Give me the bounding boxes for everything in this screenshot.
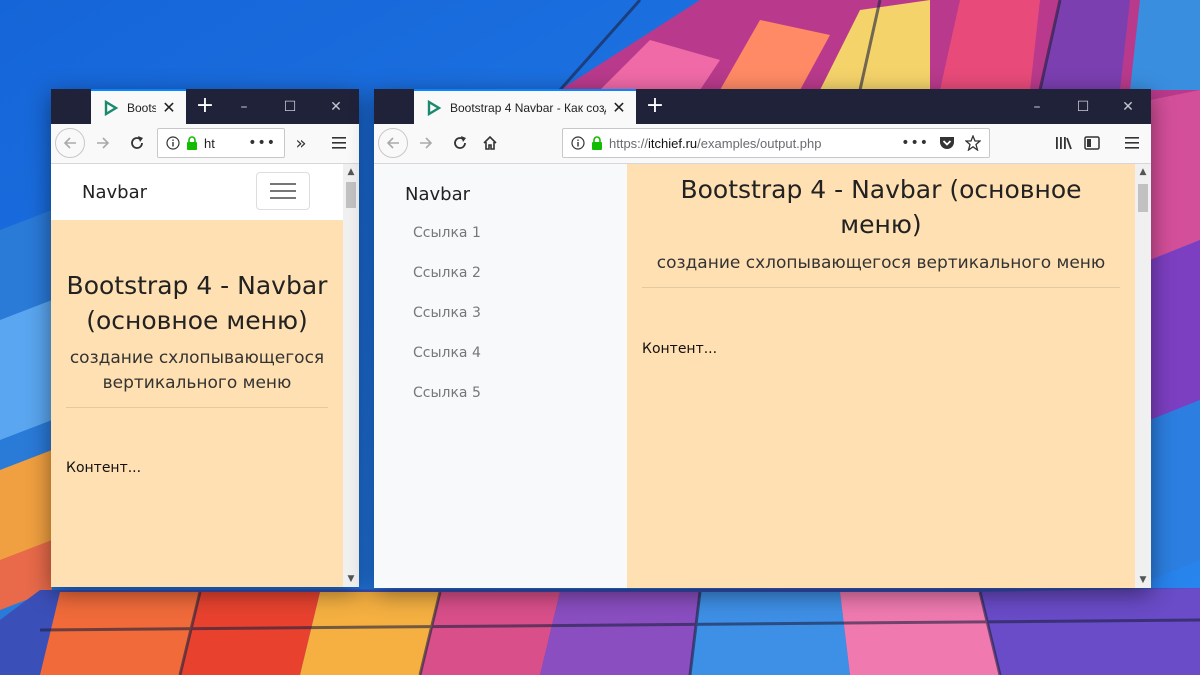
bookmark-star-icon[interactable] <box>965 135 981 151</box>
hamburger-menu-icon <box>332 137 346 149</box>
back-button[interactable] <box>55 128 85 158</box>
menu-button[interactable] <box>325 129 353 157</box>
sidebar-link-2[interactable]: Ссылка 2 <box>413 265 481 281</box>
close-window-icon[interactable]: ✕ <box>1105 89 1151 124</box>
browser-tab[interactable]: Bootstrap 4 Navbar - Как созда ✕ <box>414 89 636 124</box>
page-actions-icon[interactable]: ••• <box>248 135 276 151</box>
sidebar-link-5[interactable]: Ссылка 5 <box>413 385 481 401</box>
url-bar[interactable]: ht ••• <box>157 128 285 158</box>
tab-title: Bootst <box>127 100 156 115</box>
sidebar-link-4[interactable]: Ссылка 4 <box>413 345 481 361</box>
scroll-up-icon[interactable]: ▲ <box>343 164 359 180</box>
itchief-logo-icon <box>103 99 119 116</box>
forward-arrow-icon <box>97 137 110 149</box>
navbar-brand[interactable]: Navbar <box>405 184 470 205</box>
page-title: Bootstrap 4 - Navbar (основное меню) <box>66 271 328 335</box>
sidebar-icon <box>1084 136 1100 150</box>
browser-tab[interactable]: Bootst ✕ <box>91 89 186 124</box>
minimize-icon[interactable]: – <box>221 89 267 124</box>
library-button[interactable] <box>1050 129 1078 157</box>
nav-toolbar: https://itchief.ru/examples/output.php •… <box>374 124 1151 164</box>
info-icon[interactable] <box>571 136 585 150</box>
maximize-icon[interactable]: ☐ <box>267 89 313 124</box>
sidebar-link-3[interactable]: Ссылка 3 <box>413 305 481 321</box>
navbar-brand[interactable]: Navbar <box>82 182 147 203</box>
main-content: Bootstrap 4 - Navbar (основное меню) соз… <box>51 220 343 587</box>
lock-icon <box>186 136 198 150</box>
hamburger-menu-icon <box>1125 137 1139 149</box>
close-tab-icon[interactable]: ✕ <box>162 99 176 115</box>
sidebar-link-1[interactable]: Ссылка 1 <box>413 225 481 241</box>
url-text: ht <box>204 135 215 151</box>
tab-strip: Bootstrap 4 Navbar - Как созда ✕ + – ☐ ✕ <box>374 89 1151 124</box>
info-icon[interactable] <box>166 136 180 150</box>
hamburger-icon <box>270 183 296 199</box>
navbar-toggler-button[interactable] <box>256 172 310 210</box>
close-window-icon[interactable]: ✕ <box>313 89 359 124</box>
new-tab-icon[interactable]: + <box>644 95 666 117</box>
tab-title: Bootstrap 4 Navbar - Как созда <box>450 100 606 115</box>
forward-arrow-icon <box>420 137 433 149</box>
maximize-icon[interactable]: ☐ <box>1060 89 1106 124</box>
menu-button[interactable] <box>1118 129 1146 157</box>
scrollbar-thumb[interactable] <box>1138 184 1148 212</box>
reload-button[interactable] <box>123 129 151 157</box>
overflow-chevron-icon[interactable]: » <box>287 129 315 157</box>
page-viewport: Navbar Bootstrap 4 - Navbar (основное ме… <box>51 164 359 587</box>
pocket-icon[interactable] <box>939 136 955 150</box>
scrollbar-thumb[interactable] <box>346 182 356 208</box>
page-subtitle: создание схлопывающегося вертикального м… <box>656 253 1106 273</box>
main-content: Bootstrap 4 - Navbar (основное меню) соз… <box>627 164 1135 588</box>
divider <box>66 407 328 408</box>
url-text: https://itchief.ru/examples/output.php <box>609 136 821 151</box>
page-title: Bootstrap 4 - Navbar (основное меню) <box>680 175 1082 239</box>
content-text: Контент... <box>642 341 718 357</box>
minimize-icon[interactable]: – <box>1014 89 1060 124</box>
right-browser-window: Bootstrap 4 Navbar - Как созда ✕ + – ☐ ✕ <box>374 89 1151 588</box>
lock-icon <box>591 136 603 150</box>
vertical-scrollbar[interactable]: ▲ ▼ <box>343 164 359 587</box>
scroll-down-icon[interactable]: ▼ <box>1135 572 1151 588</box>
url-bar[interactable]: https://itchief.ru/examples/output.php •… <box>562 128 990 158</box>
forward-button[interactable] <box>412 129 440 157</box>
page-subtitle: создание схлопывающегося вертикального м… <box>69 348 325 393</box>
vertical-scrollbar[interactable]: ▲ ▼ <box>1135 164 1151 588</box>
library-icon <box>1056 137 1072 150</box>
content-text: Контент... <box>66 460 142 476</box>
nav-toolbar: ht ••• » <box>51 124 359 164</box>
sidebar-toggle-button[interactable] <box>1078 129 1106 157</box>
back-arrow-icon <box>386 137 399 149</box>
url-host: itchief.ru <box>648 135 698 151</box>
page-actions-icon[interactable]: ••• <box>901 135 929 151</box>
forward-button[interactable] <box>89 129 117 157</box>
divider <box>642 287 1120 288</box>
reload-icon <box>454 136 466 149</box>
top-navbar: Navbar <box>51 164 343 220</box>
new-tab-icon[interactable]: + <box>194 95 216 117</box>
close-tab-icon[interactable]: ✕ <box>612 99 626 115</box>
itchief-logo-icon <box>426 99 442 116</box>
reload-icon <box>131 136 143 149</box>
scroll-up-icon[interactable]: ▲ <box>1135 164 1151 180</box>
back-button[interactable] <box>378 128 408 158</box>
url-path: /examples/output.php <box>697 135 822 151</box>
home-button[interactable] <box>476 129 504 157</box>
url-scheme: https:// <box>609 135 649 151</box>
back-arrow-icon <box>63 137 76 149</box>
home-icon <box>483 135 497 150</box>
left-browser-window: Bootst ✕ + – ☐ ✕ ht ••• » <box>51 89 359 587</box>
page-viewport: Navbar Ссылка 1 Ссылка 2 Ссылка 3 Ссылка… <box>374 164 1151 588</box>
reload-button[interactable] <box>446 129 474 157</box>
tab-strip: Bootst ✕ + – ☐ ✕ <box>51 89 359 124</box>
scroll-down-icon[interactable]: ▼ <box>343 571 359 587</box>
vertical-navbar: Navbar Ссылка 1 Ссылка 2 Ссылка 3 Ссылка… <box>374 164 627 588</box>
